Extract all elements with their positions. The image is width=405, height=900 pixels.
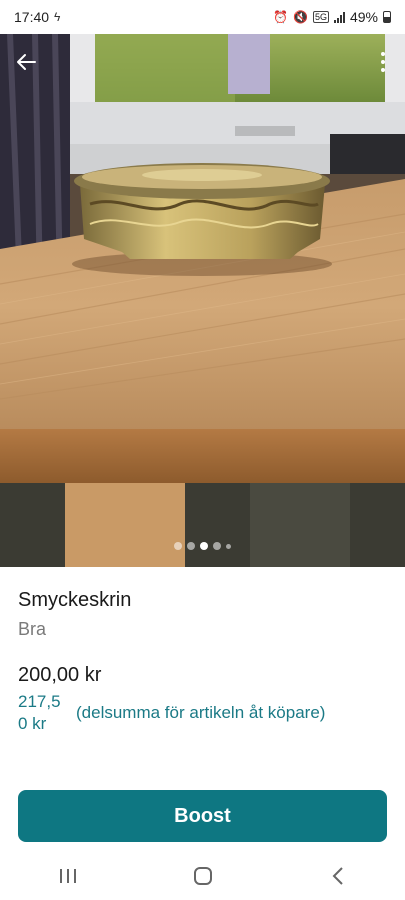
nav-recents-button[interactable]: [38, 856, 98, 896]
signal-icon: [333, 11, 345, 23]
buyer-total: 217,50 kr: [18, 692, 61, 733]
chevron-left-icon: [332, 867, 343, 885]
listing-details: Smyckeskrin Bra 200,00 kr 217,50 kr (del…: [18, 586, 388, 733]
battery-icon: [383, 11, 391, 23]
carousel-indicator: [0, 542, 405, 550]
mute-icon: 🔇: [293, 10, 308, 24]
listing-title: Smyckeskrin: [18, 589, 132, 611]
listing-price: 200,00 kr: [18, 664, 102, 686]
product-photo[interactable]: [0, 34, 405, 567]
listing-condition: Bra: [18, 619, 47, 639]
status-bar: 17:40 ϟ ⏰ 🔇 5G 49%: [0, 0, 405, 34]
battery-percent: 49%: [349, 9, 378, 25]
carousel-dot[interactable]: [174, 542, 182, 550]
carousel-dot[interactable]: [226, 543, 231, 549]
wind-icon: ϟ: [54, 10, 61, 24]
product-screen: 17:40 ϟ ⏰ 🔇 5G 49% Smyckeskrin Bra 200,0…: [0, 0, 405, 900]
home-icon: [193, 867, 212, 885]
arrow-left-icon: [17, 54, 36, 70]
nav-back-button[interactable]: [308, 856, 368, 896]
more-vert-icon[interactable]: [375, 48, 391, 76]
carousel-dot[interactable]: [187, 542, 195, 550]
back-button[interactable]: [10, 46, 42, 78]
network-badge: 5G: [312, 11, 329, 23]
buyer-total-row: 217,50 kr (delsumma för artikeln åt köpa…: [18, 691, 398, 735]
photo-illustration: [0, 34, 405, 567]
system-nav-bar: [0, 852, 405, 900]
carousel-dot-active[interactable]: [200, 542, 208, 550]
clock: 17:40: [14, 9, 50, 25]
buyer-total-note: (delsumma för artikeln åt köpare): [76, 703, 326, 722]
carousel-dot[interactable]: [213, 542, 221, 550]
recents-icon: [59, 869, 76, 883]
nav-home-button[interactable]: [173, 856, 233, 896]
alarm-icon: ⏰: [273, 10, 288, 24]
boost-button[interactable]: Boost: [18, 790, 387, 842]
